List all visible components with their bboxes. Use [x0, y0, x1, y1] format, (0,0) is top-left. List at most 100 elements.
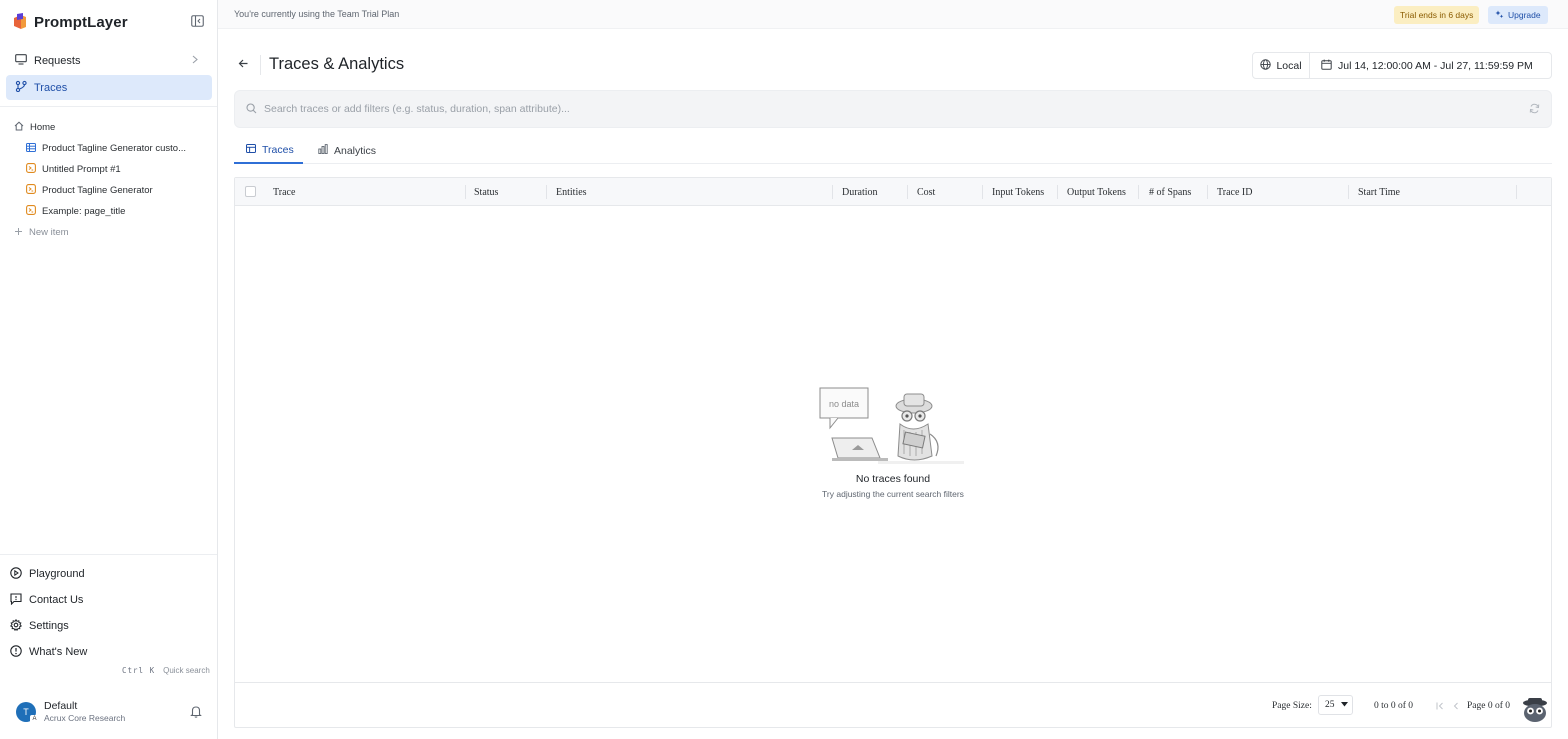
tree-item-prompt[interactable]: Example: page_title [14, 201, 210, 222]
prev-page-icon[interactable] [1453, 702, 1459, 712]
column-header-input-tokens[interactable]: Input Tokens [984, 178, 1044, 206]
pagination-bar: Page Size: 25 0 to 0 of 0 Page 0 of 0 [235, 682, 1551, 728]
quick-search[interactable]: Ctrl K Quick search [122, 666, 210, 675]
empty-state-subtitle: Try adjusting the current search filters [822, 489, 964, 499]
sidebar: PromptLayer Requests Traces Home Product… [0, 0, 218, 739]
title-divider [260, 55, 261, 75]
nav-item-label: Settings [29, 620, 69, 632]
column-header-start-time[interactable]: Start Time [1350, 178, 1400, 206]
gear-icon [10, 618, 22, 634]
column-header-trace-id[interactable]: Trace ID [1209, 178, 1252, 206]
date-range-picker[interactable]: Jul 14, 12:00:00 AM - Jul 27, 11:59:59 P… [1309, 52, 1552, 79]
calendar-icon [1321, 59, 1332, 73]
column-header-entities[interactable]: Entities [548, 178, 587, 206]
brand[interactable]: PromptLayer [12, 10, 128, 34]
caret-down-icon [1340, 700, 1348, 710]
page-size-value: 25 [1325, 700, 1335, 710]
column-header-status[interactable]: Status [466, 178, 498, 206]
tree-item-dataset[interactable]: Product Tagline Generator custo... [14, 138, 210, 159]
nav-item-label: Traces [34, 81, 68, 94]
sparkle-icon [1495, 10, 1504, 21]
collapse-sidebar-icon[interactable] [191, 15, 204, 27]
user-menu[interactable]: T A Default Acrux Core Research [16, 700, 125, 724]
search-icon [246, 103, 257, 117]
column-resizer[interactable] [1207, 185, 1208, 199]
column-resizer[interactable] [546, 185, 547, 199]
first-page-icon[interactable] [1436, 702, 1444, 712]
tree-item-label: Untitled Prompt #1 [42, 164, 121, 175]
support-bot-icon[interactable] [1520, 697, 1550, 723]
tree-item-label: Product Tagline Generator custo... [42, 143, 186, 154]
secondary-nav: Playground Contact Us Settings What's Ne… [10, 561, 210, 665]
search-input[interactable] [264, 100, 1504, 118]
tab-label: Traces [262, 143, 294, 156]
upgrade-button[interactable]: Upgrade [1488, 6, 1548, 24]
nav-item-whats-new[interactable]: What's New [10, 639, 210, 665]
quick-search-shortcut: Ctrl K [122, 666, 156, 675]
tree-item-home[interactable]: Home [14, 117, 210, 138]
user-name: Default [44, 700, 78, 712]
tree-item-prompt[interactable]: Untitled Prompt #1 [14, 159, 210, 180]
prompt-icon [26, 205, 36, 218]
nav-item-playground[interactable]: Playground [10, 561, 210, 587]
traces-icon [15, 80, 27, 95]
promptlayer-logo-icon [12, 13, 28, 31]
tree-item-prompt[interactable]: Product Tagline Generator [14, 180, 210, 201]
page-size-select[interactable]: 25 [1318, 695, 1353, 715]
new-item-label: New item [29, 227, 69, 238]
column-resizer[interactable] [1516, 185, 1517, 199]
nav-item-requests[interactable]: Requests [6, 48, 212, 73]
play-icon [10, 566, 22, 582]
sidebar-divider [0, 554, 217, 555]
plan-banner-text: You're currently using the Team Trial Pl… [234, 9, 400, 19]
column-resizer[interactable] [1138, 185, 1139, 199]
tab-traces[interactable]: Traces [234, 137, 303, 164]
select-all-checkbox[interactable] [245, 186, 256, 197]
refresh-icon[interactable] [1529, 103, 1540, 117]
page-size-label: Page Size: [1272, 701, 1312, 711]
table-icon [246, 143, 256, 156]
nav-item-contact-us[interactable]: Contact Us [10, 587, 210, 613]
nav-item-settings[interactable]: Settings [10, 613, 210, 639]
column-header-duration[interactable]: Duration [834, 178, 878, 206]
brand-name: PromptLayer [34, 13, 128, 31]
workspace-tree: Home Product Tagline Generator custo... … [14, 117, 210, 243]
tree-item-label: Example: page_title [42, 206, 126, 217]
column-resizer[interactable] [832, 185, 833, 199]
back-arrow-icon[interactable] [238, 58, 249, 72]
view-tabs: Traces Analytics [234, 137, 1552, 164]
no-data-illustration: no data [818, 386, 968, 466]
column-resizer[interactable] [1057, 185, 1058, 199]
upgrade-label: Upgrade [1508, 10, 1541, 20]
column-header-output-tokens[interactable]: Output Tokens [1059, 178, 1126, 206]
column-header-trace[interactable]: Trace [265, 178, 295, 206]
avatar-initial: T [23, 706, 29, 717]
chevron-right-icon [192, 55, 198, 67]
monitor-icon [15, 53, 27, 68]
globe-icon [1260, 58, 1272, 73]
date-range-label: Jul 14, 12:00:00 AM - Jul 27, 11:59:59 P… [1338, 59, 1533, 72]
illustration-text: no data [829, 399, 859, 409]
page-indicator: Page 0 of 0 [1467, 701, 1511, 711]
empty-state-title: No traces found [855, 473, 931, 485]
bar-chart-icon [318, 144, 328, 157]
nav-item-label: Contact Us [29, 594, 84, 606]
column-resizer[interactable] [1348, 185, 1349, 199]
column-header-spans[interactable]: # of Spans [1141, 178, 1191, 206]
tab-analytics[interactable]: Analytics [318, 137, 376, 164]
info-icon [10, 644, 22, 660]
bell-icon[interactable] [190, 705, 202, 721]
new-item-button[interactable]: New item [14, 222, 210, 243]
user-info: Default Acrux Core Research [44, 700, 125, 723]
nav-item-traces[interactable]: Traces [6, 75, 212, 100]
prompt-icon [26, 163, 36, 176]
timezone-button[interactable]: Local [1252, 52, 1310, 79]
table-header: Trace Status Entities Duration Cost Inpu… [235, 178, 1551, 206]
column-header-cost[interactable]: Cost [909, 178, 935, 206]
sidebar-divider [0, 106, 217, 107]
column-resizer[interactable] [907, 185, 908, 199]
workspace-badge: A [30, 714, 39, 724]
plan-banner: You're currently using the Team Trial Pl… [218, 0, 1568, 29]
page-title: Traces & Analytics [269, 55, 405, 73]
column-resizer[interactable] [982, 185, 983, 199]
